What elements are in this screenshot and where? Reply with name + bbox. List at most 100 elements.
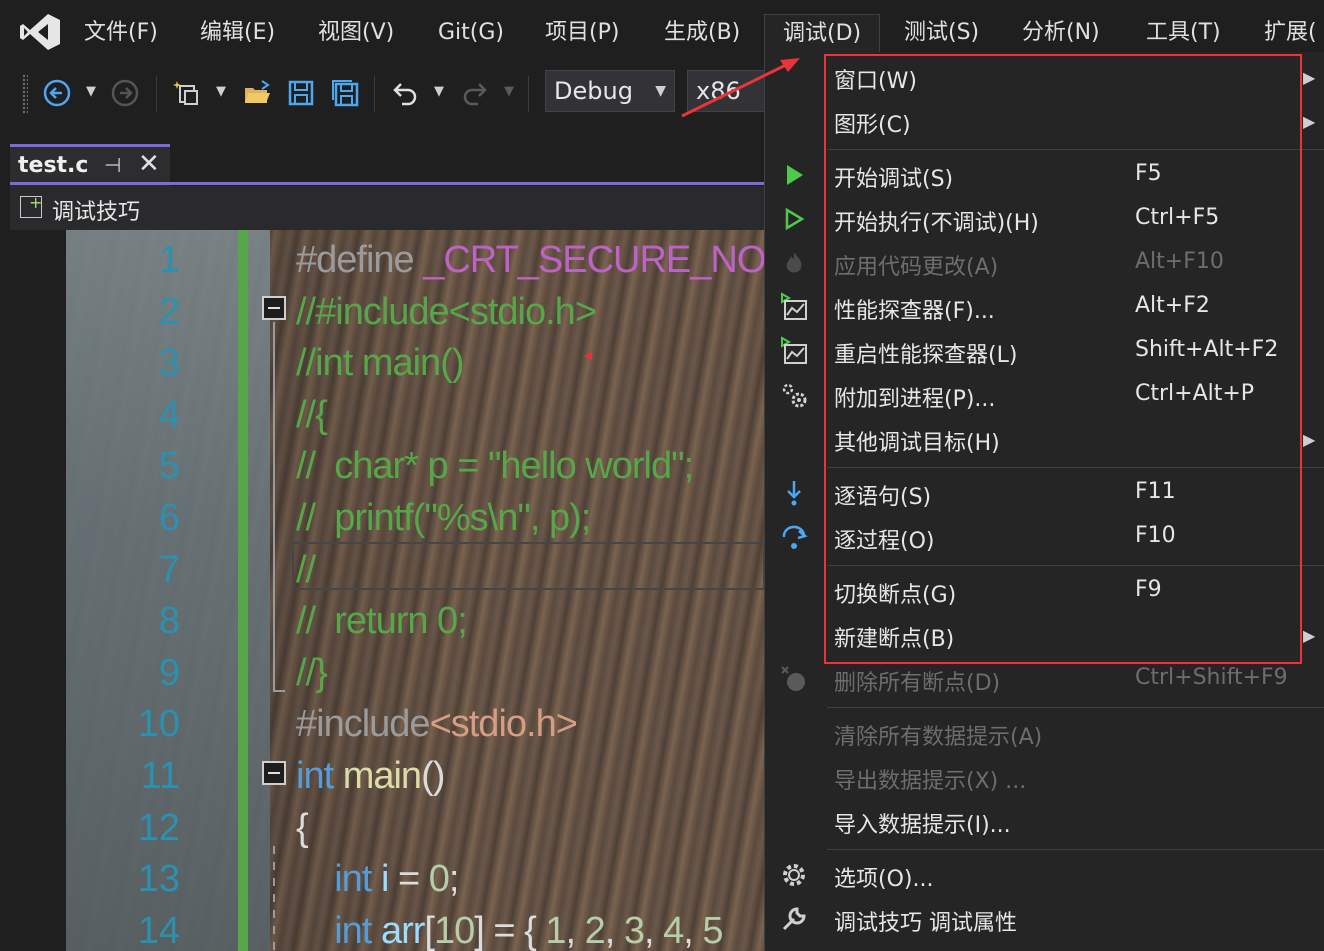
code-token: 10 [433, 909, 475, 951]
toolbar-grip[interactable] [22, 74, 28, 114]
code-line[interactable]: 2 //#include<stdio.h> [10, 286, 765, 338]
code-text: int i = 0; [296, 853, 459, 905]
code-line[interactable]: 7 // [10, 544, 765, 596]
chevron-down-icon: ▼ [655, 83, 666, 99]
code-line[interactable]: 4 //{ [10, 389, 765, 441]
code-editor[interactable]: 1 #define _CRT_SECURE_NO_ 2 //#include<stdi… [10, 230, 765, 951]
save-icon[interactable] [284, 76, 318, 110]
line-number: 4 [158, 393, 180, 436]
profiler-icon [779, 292, 809, 322]
code-line[interactable]: 11 int main() [10, 750, 765, 802]
menu-item[interactable]: 扩展( [1264, 16, 1317, 50]
code-token: , [683, 909, 703, 951]
code-line[interactable]: 12 { [10, 802, 765, 854]
code-line[interactable]: 1 #define _CRT_SECURE_NO_ [10, 234, 765, 286]
debug-menu-item: 清除所有数据提示(A) [765, 712, 1324, 756]
menu-item[interactable]: Git(G) [438, 16, 504, 50]
line-number: 7 [158, 548, 180, 591]
line-number: 2 [158, 290, 180, 333]
code-text: //#include<stdio.h> [296, 286, 597, 338]
new-project-icon[interactable] [170, 76, 204, 110]
code-line[interactable]: 8 // return 0; [10, 595, 765, 647]
menu-item-label: 导出数据提示(X) ... [834, 769, 1027, 794]
code-text: //} [296, 647, 328, 699]
code-line[interactable]: 13 int i = 0; [10, 853, 765, 905]
menu-item[interactable]: 项目(P) [545, 16, 619, 50]
code-token: int [334, 858, 372, 901]
navigation-bar[interactable]: 调试技巧 [10, 186, 765, 230]
code-token: ] = { [474, 909, 546, 951]
chevron-right-icon: ▶ [1303, 430, 1316, 449]
code-token: , [604, 909, 624, 951]
code-line[interactable]: 5 // char* p = "hello world"; [10, 440, 765, 492]
document-tab-strip: test.c ⊣ ✕ [0, 122, 765, 186]
tab-accent-line [10, 182, 765, 185]
code-line[interactable]: 6 // printf("%s\n", p); [10, 492, 765, 544]
code-token: //int main() [296, 342, 464, 385]
code-token: 1 [545, 909, 566, 951]
code-token: //} [296, 651, 328, 694]
line-number: 8 [158, 600, 180, 643]
line-number: 12 [137, 806, 180, 849]
debug-menu-item: 删除所有断点(D) Ctrl+Shift+F9 [765, 658, 1324, 702]
close-icon[interactable]: ✕ [138, 149, 160, 179]
menu-item[interactable]: 编辑(E) [200, 16, 275, 50]
profiler-restart-icon [779, 336, 809, 366]
debug-menu-item[interactable]: 调试技巧 调试属性 [765, 898, 1324, 942]
code-token: //{ [296, 393, 328, 436]
menu-item-shortcut: Ctrl+Shift+F9 [1135, 665, 1288, 690]
tab-test-c[interactable]: test.c ⊣ ✕ [10, 144, 170, 186]
navigate-back-icon[interactable] [40, 76, 74, 110]
code-token: _CRT_SECURE_NO_ [423, 239, 765, 281]
line-number: 11 [140, 755, 180, 797]
new-dropdown-icon[interactable]: ▼ [216, 84, 226, 99]
code-text: int arr[10] = { 1, 2, 3, 4, 5 [296, 905, 723, 951]
open-folder-icon[interactable] [240, 76, 274, 110]
undo-icon[interactable] [388, 76, 422, 110]
code-line[interactable]: 10 #include<stdio.h> [10, 698, 765, 750]
solution-configuration-select[interactable]: Debug ▼ [545, 70, 675, 112]
toolbar-separator [374, 76, 375, 112]
code-line[interactable]: 9 //} [10, 647, 765, 699]
menu-item-label: 调试技巧 调试属性 [834, 911, 1017, 936]
menu-item[interactable]: 文件(F) [84, 16, 158, 50]
pin-icon[interactable]: ⊣ [104, 153, 121, 177]
menu-item[interactable]: 测试(S) [904, 16, 979, 50]
line-number: 1 [158, 239, 180, 281]
code-line[interactable]: 14 int arr[10] = { 1, 2, 3, 4, 5 [10, 905, 765, 951]
gear-icon [779, 860, 809, 890]
menu-item[interactable]: 工具(T) [1146, 16, 1221, 50]
back-dropdown-icon[interactable]: ▼ [86, 84, 96, 99]
gears-icon [779, 380, 809, 410]
menu-item[interactable]: 视图(V) [318, 16, 394, 50]
menu-item-label: 删除所有断点(D) [834, 671, 1001, 696]
code-token: //#include<stdio.h> [296, 290, 597, 333]
annotation-highlight-box [824, 54, 1302, 664]
menu-item-label: 选项(O)... [834, 867, 934, 892]
solution-platform-select[interactable]: x86 [687, 70, 765, 112]
menu-item[interactable]: 生成(B) [664, 16, 740, 50]
save-all-icon[interactable] [328, 76, 362, 110]
code-line[interactable]: 3 //int main() [10, 337, 765, 389]
code-text: //{ [296, 389, 328, 441]
undo-dropdown-icon[interactable]: ▼ [434, 84, 444, 99]
menu-separator [827, 849, 1324, 850]
code-text: #define _CRT_SECURE_NO_ [296, 234, 765, 286]
code-token: { [296, 806, 309, 849]
code-token: int [296, 755, 334, 797]
delete-breakpoints-icon [779, 664, 809, 694]
debug-menu-item[interactable]: 导入数据提示(I)... [765, 800, 1324, 844]
debug-menu-item[interactable]: 选项(O)... [765, 854, 1324, 898]
menu-item-label: 导入数据提示(I)... [834, 813, 1011, 838]
visual-studio-logo-icon[interactable] [18, 12, 62, 52]
debug-menu-item: 导出数据提示(X) ... [765, 756, 1324, 800]
redo-icon [458, 76, 492, 110]
chevron-right-icon: ▶ [1303, 68, 1316, 87]
code-text: // printf("%s\n", p); [296, 492, 591, 544]
menu-item[interactable]: 分析(N) [1022, 16, 1100, 50]
code-text: int main() [296, 750, 445, 802]
line-number: 14 [137, 909, 180, 951]
code-text: // [296, 544, 316, 596]
